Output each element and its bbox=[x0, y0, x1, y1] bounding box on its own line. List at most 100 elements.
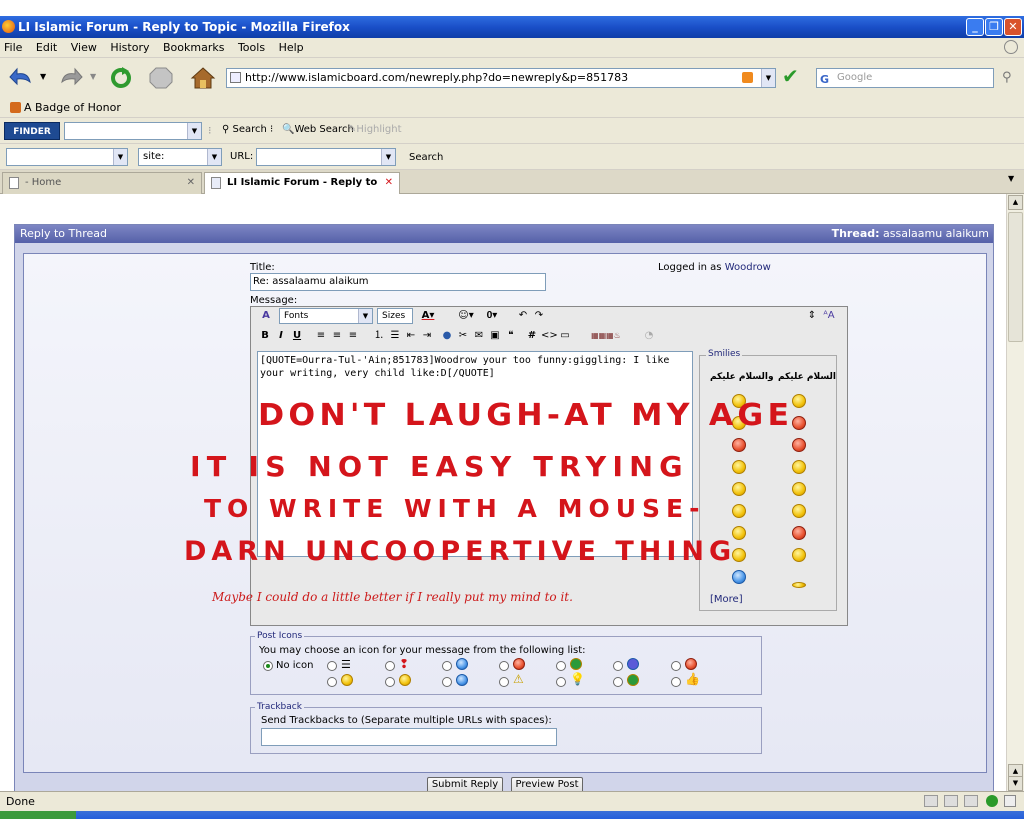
icon-radio[interactable] bbox=[556, 661, 566, 671]
quote-icon[interactable]: ❝ bbox=[505, 329, 517, 343]
italic-icon[interactable]: I bbox=[275, 329, 287, 343]
unordered-list-icon[interactable]: ☰ bbox=[389, 329, 401, 343]
unlink-icon[interactable]: ✂ bbox=[457, 329, 469, 343]
icon-radio[interactable] bbox=[385, 677, 395, 687]
hash-icon[interactable]: # bbox=[527, 329, 537, 343]
close-tab-icon[interactable]: ✕ bbox=[385, 173, 393, 193]
align-right-icon[interactable]: ≡ bbox=[347, 329, 359, 343]
google-icon[interactable]: G bbox=[820, 71, 829, 89]
site-select[interactable]: site: ▼ bbox=[138, 148, 222, 166]
more-smilies-link[interactable]: [More] bbox=[710, 594, 743, 605]
bookmark-badge-of-honor[interactable]: A Badge of Honor bbox=[24, 101, 121, 114]
search-engine-box[interactable]: G Google bbox=[816, 68, 994, 88]
address-bar[interactable]: http://www.islamicboard.com/newreply.php… bbox=[226, 68, 776, 88]
resize-grip-icon[interactable] bbox=[1004, 795, 1016, 807]
minimize-button[interactable]: _ bbox=[966, 18, 984, 36]
back-dropdown-icon[interactable]: ▼ bbox=[40, 72, 46, 81]
tab-home[interactable]: - Home ✕ bbox=[2, 172, 202, 194]
align-center-icon[interactable]: ≡ bbox=[331, 329, 343, 343]
scroll-thumb[interactable] bbox=[1008, 212, 1023, 342]
smiley-icon[interactable] bbox=[792, 482, 806, 496]
indent-icon[interactable]: ⇥ bbox=[421, 329, 433, 343]
back-icon[interactable] bbox=[8, 66, 34, 90]
code-icon[interactable]: <> bbox=[541, 329, 558, 343]
preview-post-button[interactable]: Preview Post bbox=[511, 777, 583, 791]
format-icon[interactable]: A bbox=[259, 309, 273, 323]
smilie-menu-icon[interactable]: ☺▾ bbox=[455, 309, 477, 323]
menu-edit[interactable]: Edit bbox=[36, 41, 57, 54]
web-search-button[interactable]: 🔍Web Search bbox=[282, 124, 354, 135]
switch-mode-icon[interactable]: ᴬA bbox=[821, 309, 837, 323]
smiley-icon[interactable] bbox=[792, 582, 806, 588]
smiley-icon[interactable] bbox=[732, 460, 746, 474]
vertical-scrollbar[interactable]: ▲ ▲ ▼ bbox=[1006, 194, 1024, 791]
menu-help[interactable]: Help bbox=[279, 41, 304, 54]
menu-view[interactable]: View bbox=[71, 41, 97, 54]
rss-icon[interactable] bbox=[742, 72, 753, 83]
forward-dropdown-icon[interactable]: ▼ bbox=[90, 72, 96, 81]
engine-select[interactable]: ▼ bbox=[6, 148, 128, 166]
ordered-list-icon[interactable]: ⒈ bbox=[373, 329, 385, 343]
resize-icon[interactable]: ⇕ bbox=[807, 309, 817, 323]
confused-icon[interactable] bbox=[732, 504, 746, 518]
tab-list-icon[interactable]: ▼ bbox=[1008, 174, 1014, 183]
url-dropdown-icon[interactable]: ▼ bbox=[761, 69, 775, 87]
finder-search-button[interactable]: ⚲ Search ⁝ bbox=[222, 124, 273, 135]
icon-radio[interactable] bbox=[385, 661, 395, 671]
menu-tools[interactable]: Tools bbox=[238, 41, 265, 54]
site-search-button[interactable]: Search bbox=[404, 148, 448, 166]
icon-radio[interactable] bbox=[442, 677, 452, 687]
smiley-icon[interactable] bbox=[792, 438, 806, 452]
icon-radio[interactable] bbox=[613, 661, 623, 671]
smiley-icon[interactable] bbox=[792, 416, 806, 430]
menu-bookmarks[interactable]: Bookmarks bbox=[163, 41, 224, 54]
icon-radio[interactable] bbox=[671, 661, 681, 671]
attach-icon[interactable]: 𝟎▾ bbox=[483, 309, 501, 323]
icon-radio[interactable] bbox=[499, 677, 509, 687]
php-icon[interactable]: ▭ bbox=[559, 329, 571, 343]
image-icon[interactable]: ▣ bbox=[489, 329, 501, 343]
logged-in-user[interactable]: Woodrow bbox=[725, 262, 771, 273]
tab-reply-to-topic[interactable]: LI Islamic Forum - Reply to Topic ✕ bbox=[204, 172, 400, 208]
close-tab-icon[interactable]: ✕ bbox=[187, 173, 195, 193]
smiley-icon[interactable] bbox=[792, 504, 806, 518]
link-icon[interactable]: ● bbox=[441, 329, 453, 343]
finder-search-input[interactable]: ▼ bbox=[64, 122, 202, 140]
no-icon-radio[interactable] bbox=[263, 661, 273, 671]
home-icon[interactable] bbox=[190, 66, 216, 90]
site-url-select[interactable]: ▼ bbox=[256, 148, 396, 166]
trackback-input[interactable] bbox=[261, 728, 557, 746]
magnifier-icon[interactable]: ⚲ bbox=[1002, 70, 1012, 85]
email-icon[interactable]: ✉ bbox=[473, 329, 485, 343]
smiley-icon[interactable] bbox=[732, 482, 746, 496]
icon-radio[interactable] bbox=[442, 661, 452, 671]
forward-icon[interactable] bbox=[58, 66, 84, 90]
underline-icon[interactable]: U bbox=[291, 329, 303, 343]
misc-icon[interactable]: ◔ bbox=[643, 329, 655, 343]
icon-radio[interactable] bbox=[499, 661, 509, 671]
go-check-icon[interactable]: ✔ bbox=[782, 66, 799, 86]
font-select[interactable]: Fonts ▼ bbox=[279, 308, 373, 324]
menu-file[interactable]: File bbox=[4, 41, 22, 54]
icon-radio[interactable] bbox=[613, 677, 623, 687]
finder-logo[interactable]: FINDER bbox=[4, 122, 60, 140]
redo-icon[interactable]: ↷ bbox=[533, 309, 545, 323]
outdent-icon[interactable]: ⇤ bbox=[405, 329, 417, 343]
extra-tags-icon[interactable]: ▦▦▦♨ bbox=[575, 329, 637, 343]
bold-icon[interactable]: B bbox=[259, 329, 271, 343]
scroll-up-icon[interactable]: ▲ bbox=[1008, 195, 1023, 210]
undo-icon[interactable]: ↶ bbox=[517, 309, 529, 323]
grin-icon[interactable] bbox=[792, 460, 806, 474]
grin-icon[interactable] bbox=[792, 394, 806, 408]
close-window-button[interactable]: ✕ bbox=[1004, 18, 1022, 36]
size-select[interactable]: Sizes bbox=[377, 308, 413, 324]
submit-reply-button[interactable]: Submit Reply bbox=[427, 777, 503, 791]
align-left-icon[interactable]: ≡ bbox=[315, 329, 327, 343]
icon-radio[interactable] bbox=[556, 677, 566, 687]
smiley-icon[interactable] bbox=[792, 526, 806, 540]
icon-radio[interactable] bbox=[671, 677, 681, 687]
icon-radio[interactable] bbox=[327, 677, 337, 687]
reload-icon[interactable] bbox=[108, 66, 134, 90]
highlight-button[interactable]: ✎Highlight bbox=[348, 124, 402, 135]
icon-radio[interactable] bbox=[327, 661, 337, 671]
